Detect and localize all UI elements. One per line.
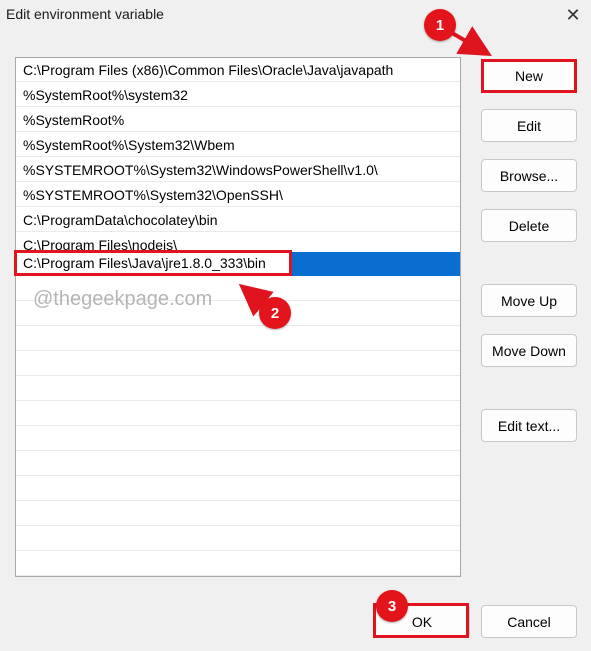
step-2-badge: 2 bbox=[259, 297, 291, 329]
arrow-to-new-button bbox=[451, 26, 492, 56]
arrow-to-edit-field bbox=[238, 283, 274, 317]
annotation-arrows bbox=[238, 26, 492, 317]
step-1-badge: 1 bbox=[424, 9, 456, 41]
step-3-badge: 3 bbox=[376, 590, 408, 622]
